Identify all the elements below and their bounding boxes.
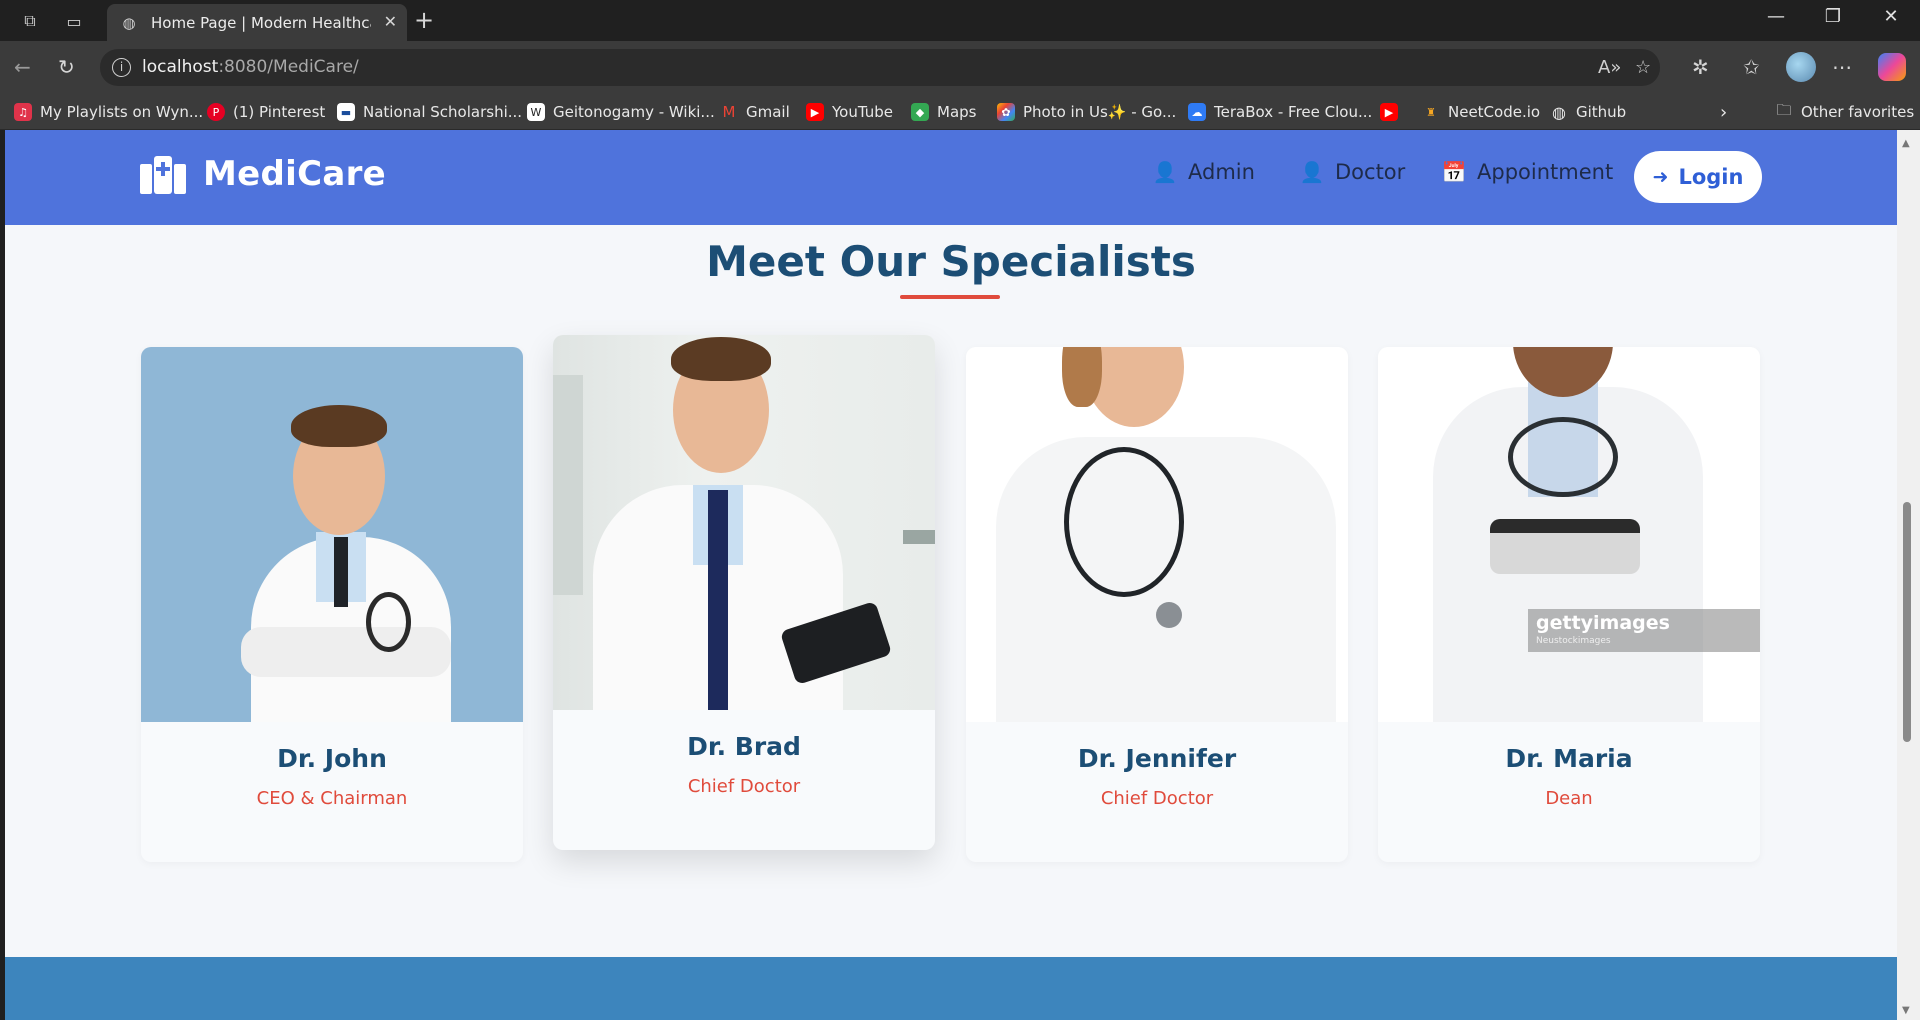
photos-icon: ✿ xyxy=(997,103,1015,121)
pinterest-icon: P xyxy=(207,103,225,121)
scholarship-icon: ▬ xyxy=(337,103,355,121)
nav-appointment[interactable]: 📅 Appointment xyxy=(1441,160,1614,184)
gmail-icon: M xyxy=(722,103,736,121)
favorite-star-icon[interactable]: ☆ xyxy=(1635,57,1651,78)
neetcode-icon: ♜ xyxy=(1426,105,1436,119)
url-text: localhost:8080/MediCare/ xyxy=(142,57,359,77)
calendar-check-icon: 📅 xyxy=(1441,160,1467,184)
doctor-role: Dean xyxy=(1545,788,1593,809)
doctor-photo: gettyimages Neustockimages xyxy=(1378,347,1760,722)
nav-doctor[interactable]: 👤 Doctor xyxy=(1299,160,1406,184)
doctor-role: Chief Doctor xyxy=(687,776,801,797)
doctor-name: Dr. John xyxy=(277,744,387,773)
doctor-photo xyxy=(141,347,523,722)
refresh-icon[interactable]: ↻ xyxy=(58,55,75,79)
site-info-icon[interactable]: i xyxy=(112,58,131,77)
bookmark-item[interactable]: ✿ Photo in Us✨ - Go... xyxy=(997,101,1176,123)
profile-avatar[interactable] xyxy=(1786,52,1816,82)
doctor-card[interactable]: Dr. Jennifer Chief Doctor xyxy=(966,347,1348,862)
vertical-tabs-icon[interactable]: ▭ xyxy=(61,8,87,34)
doctor-role: CEO & Chairman xyxy=(256,788,408,809)
more-options-icon[interactable]: ⋯ xyxy=(1832,55,1852,79)
title-underline xyxy=(900,295,1000,299)
sign-in-icon: ➜ xyxy=(1652,166,1669,188)
favorites-icon[interactable]: ✩ xyxy=(1743,55,1760,79)
youtube-icon: ▶ xyxy=(806,103,824,121)
watermark-banner: gettyimages Neustockimages xyxy=(1528,609,1760,652)
extensions-icon[interactable]: ✲ xyxy=(1692,55,1709,79)
nav-appointment-label: Appointment xyxy=(1477,160,1614,184)
tab-title: Home Page | Modern Healthcare xyxy=(151,13,371,32)
hospital-icon xyxy=(140,154,186,194)
nav-admin-label: Admin xyxy=(1188,160,1255,184)
doctor-name: Dr. Jennifer xyxy=(1077,744,1237,773)
doctor-name: Dr. Brad xyxy=(687,732,801,761)
bookmark-item[interactable]: ▶ YouTube xyxy=(806,101,893,123)
folder-icon: 🗀 xyxy=(1776,100,1792,119)
maps-icon: ◆ xyxy=(911,103,929,121)
url-field[interactable]: i localhost:8080/MediCare/ A» ☆ xyxy=(100,49,1660,86)
copilot-icon[interactable] xyxy=(1878,53,1906,81)
user-gear-icon: 👤 xyxy=(1152,160,1178,184)
site-header: MediCare 👤 Admin 👤 Doctor 📅 Appointment … xyxy=(5,130,1897,225)
logo-text: MediCare xyxy=(203,154,387,194)
scroll-up-arrow-icon[interactable]: ▲ xyxy=(1902,138,1910,149)
page-scrollbar[interactable]: ▲ ▼ xyxy=(1897,130,1920,1020)
bookmark-item[interactable]: ▬ National Scholarshi... xyxy=(337,101,522,123)
footer-band xyxy=(5,957,1897,1020)
doctor-photo xyxy=(966,347,1348,722)
bookmarks-bar: ♫ My Playlists on Wyn... P (1) Pinterest ▬… xyxy=(0,94,1920,130)
read-aloud-icon[interactable]: A» xyxy=(1598,57,1621,78)
login-button[interactable]: ➜ Login xyxy=(1634,151,1762,203)
new-tab-button[interactable]: + xyxy=(414,6,434,34)
youtube-icon: ▶ xyxy=(1380,103,1398,121)
doctor-card[interactable]: gettyimages Neustockimages Dr. Maria Dea… xyxy=(1378,347,1760,862)
nav-doctor-label: Doctor xyxy=(1335,160,1406,184)
watermark-credit: Neustockimages xyxy=(1536,636,1611,646)
nav-admin[interactable]: 👤 Admin xyxy=(1152,160,1255,184)
browser-tab-bar: ⧉ ▭ ◍ Home Page | Modern Healthcare ✕ + … xyxy=(0,0,1920,41)
bookmark-item[interactable]: W Geitonogamy - Wiki... xyxy=(527,101,715,123)
wikipedia-icon: W xyxy=(527,103,545,121)
bookmarks-overflow-chevron-icon[interactable]: › xyxy=(1720,101,1727,123)
user-doctor-icon: 👤 xyxy=(1299,160,1325,184)
close-tab-icon[interactable]: ✕ xyxy=(384,12,397,31)
bookmark-item[interactable]: M Gmail xyxy=(720,101,790,123)
playlist-icon: ♫ xyxy=(14,103,32,121)
doctor-photo xyxy=(553,335,935,710)
site-logo[interactable]: MediCare xyxy=(140,154,386,194)
bookmark-item[interactable]: ▶ xyxy=(1380,101,1406,123)
globe-icon: ◍ xyxy=(1552,102,1566,122)
login-label: Login xyxy=(1678,165,1744,189)
other-favorites[interactable]: 🗀 Other favorites xyxy=(1775,101,1914,123)
bookmark-item[interactable]: P (1) Pinterest xyxy=(207,101,325,123)
bookmark-item[interactable]: ♫ My Playlists on Wyn... xyxy=(14,101,203,123)
active-tab[interactable]: ◍ Home Page | Modern Healthcare ✕ xyxy=(107,4,407,41)
bookmark-item[interactable]: ☁ TeraBox - Free Clou... xyxy=(1188,101,1372,123)
address-bar-row: ← ↻ i localhost:8080/MediCare/ A» ☆ ✲ ✩ … xyxy=(0,41,1920,94)
bookmark-item[interactable]: ♜ NeetCode.io xyxy=(1422,101,1540,123)
minimize-button[interactable]: — xyxy=(1756,6,1796,27)
scroll-down-arrow-icon[interactable]: ▼ xyxy=(1902,1005,1910,1016)
scroll-thumb[interactable] xyxy=(1903,502,1911,742)
restore-button[interactable]: ❐ xyxy=(1813,6,1853,27)
close-window-button[interactable]: ✕ xyxy=(1871,6,1911,27)
doctor-name: Dr. Maria xyxy=(1505,744,1633,773)
bookmark-item[interactable]: ◆ Maps xyxy=(911,101,976,123)
doctor-role: Chief Doctor xyxy=(1100,788,1214,809)
doctor-card[interactable]: Dr. Brad Chief Doctor xyxy=(553,335,935,850)
page-viewport: MediCare 👤 Admin 👤 Doctor 📅 Appointment … xyxy=(5,130,1897,1020)
terabox-icon: ☁ xyxy=(1188,103,1206,121)
doctor-card[interactable]: Dr. John CEO & Chairman xyxy=(141,347,523,862)
bookmark-item[interactable]: ◍ Github xyxy=(1550,101,1626,123)
watermark-brand: gettyimages xyxy=(1536,612,1670,634)
globe-icon: ◍ xyxy=(122,13,136,32)
section-title: Meet Our Specialists xyxy=(706,237,1196,286)
back-icon[interactable]: ← xyxy=(14,55,31,79)
workspaces-icon[interactable]: ⧉ xyxy=(17,8,43,34)
